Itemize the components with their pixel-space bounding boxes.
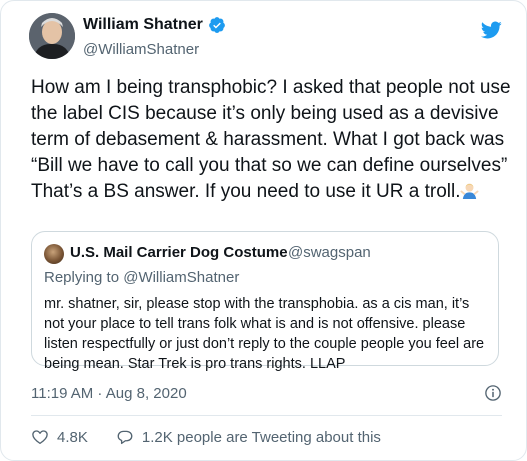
conversation-count-text: 1.2K people are Tweeting about this (141, 428, 381, 446)
conversation-button[interactable]: 1.2K people are Tweeting about this (116, 428, 381, 446)
tweet-timestamp[interactable]: 11:19 AM · Aug 8, 2020 (31, 385, 187, 402)
tweet-text: How am I being transphobic? I asked that… (31, 75, 511, 205)
twitter-bird-icon[interactable] (480, 19, 502, 41)
tweet-body: How am I being transphobic? I asked that… (31, 77, 511, 202)
replying-to-label: Replying to (44, 269, 120, 286)
quoted-tweet-text: mr. shatner, sir, please stop with the t… (44, 296, 485, 372)
quoted-author-handle: @swagspan (288, 244, 371, 261)
replying-to-mention[interactable]: @WilliamShatner (123, 269, 239, 286)
tweet-actions: 4.8K 1.2K people are Tweeting about this (31, 428, 381, 446)
divider (31, 415, 502, 416)
verified-badge-icon (209, 17, 225, 33)
like-count: 4.8K (57, 428, 88, 446)
author-avatar[interactable] (29, 13, 75, 59)
avatar-portrait-image (29, 13, 75, 59)
info-icon[interactable] (484, 384, 502, 402)
tweet-meta-row: 11:19 AM · Aug 8, 2020 (31, 384, 502, 402)
like-button[interactable]: 4.8K (31, 428, 88, 446)
replying-to-line: Replying to @WilliamShatner (44, 269, 239, 286)
author-name[interactable]: William Shatner (83, 16, 203, 34)
heart-icon (32, 430, 48, 445)
quoted-author-avatar (44, 244, 64, 264)
quoted-author-name: U.S. Mail Carrier Dog Costume (70, 244, 288, 261)
quoted-tweet[interactable]: U.S. Mail Carrier Dog Costume @swagspan … (31, 231, 499, 372)
author-handle[interactable]: @WilliamShatner (83, 41, 199, 58)
author-name-row: William Shatner (83, 16, 226, 34)
man-shrugging-emoji (460, 183, 480, 200)
comment-icon (117, 430, 133, 445)
tweet-card: William Shatner @WilliamShatner How am I… (0, 0, 527, 461)
